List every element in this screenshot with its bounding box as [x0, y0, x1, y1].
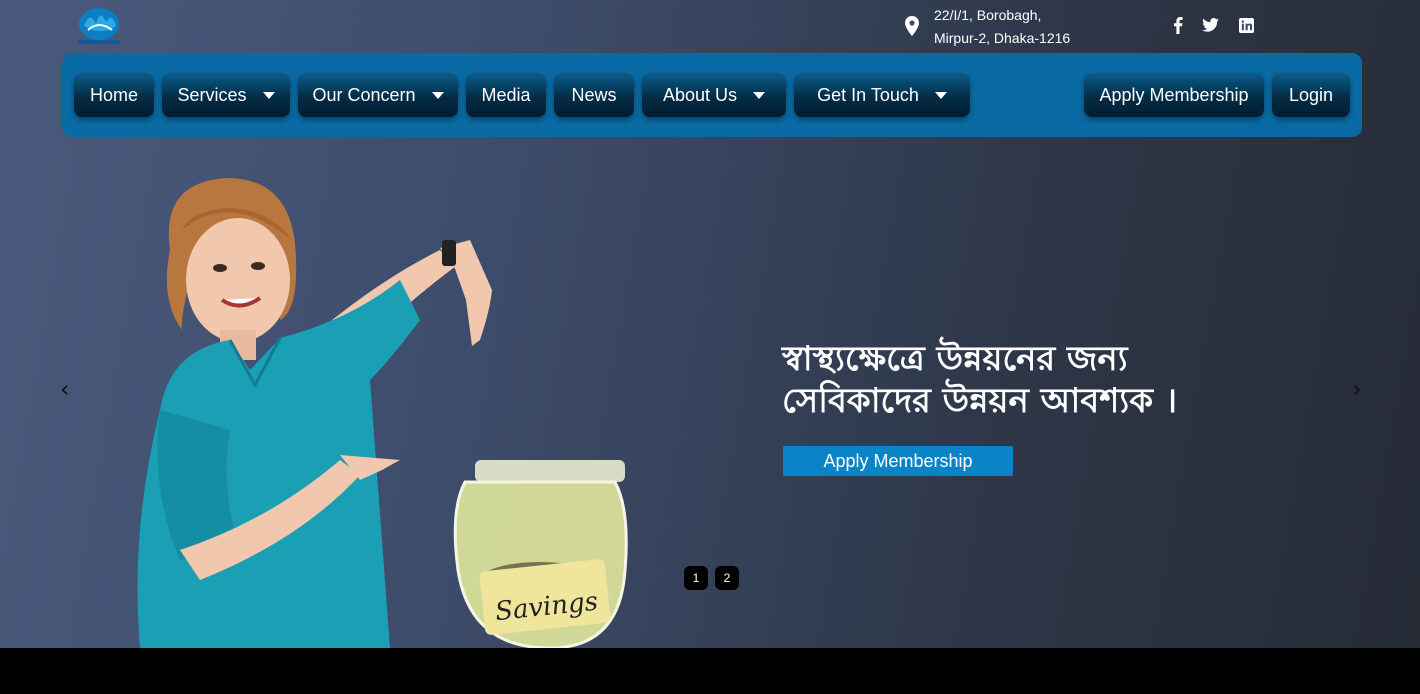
hero-headline-line-2: সেবিকাদের উন্নয়ন আবশ্যক । — [782, 381, 1178, 421]
hero-headline-line-1: স্বাস্থ্যক্ষেত্রে উন্নয়নের জন্য — [782, 339, 1128, 379]
caret-down-icon — [934, 91, 947, 99]
location-pin-icon — [905, 16, 919, 36]
hero-illustration: Savings — [137, 178, 628, 648]
hero-apply-membership-button[interactable]: Apply Membership — [783, 446, 1013, 476]
twitter-icon[interactable] — [1201, 16, 1219, 34]
nav-our-concern-label: Our Concern — [312, 84, 416, 105]
foundation-logo-icon[interactable] — [72, 6, 126, 48]
address-line-2: Mirpur-2, Dhaka-1216 — [934, 30, 1071, 46]
caret-down-icon — [431, 91, 444, 99]
hero-slider: 22/I/1, Borobagh, Mirpur-2, Dhaka-1216 H… — [0, 0, 1420, 648]
nav-get-in-touch-label: Get In Touch — [817, 84, 919, 105]
apply-membership-nav-button[interactable]: Apply Membership — [1084, 73, 1264, 117]
caret-down-icon — [262, 91, 275, 99]
nav-services-label: Services — [177, 84, 247, 105]
slider-dot-2[interactable]: 2 — [715, 566, 739, 590]
address: 22/I/1, Borobagh, Mirpur-2, Dhaka-1216 — [934, 4, 1070, 50]
chevron-right-icon: › — [1352, 375, 1362, 403]
nav-get-in-touch[interactable]: Get In Touch — [794, 73, 970, 117]
caret-down-icon — [753, 91, 766, 99]
nav-about-us-label: About Us — [662, 84, 738, 105]
hero-cta-label: Apply Membership — [823, 450, 973, 471]
nav-media[interactable]: Media — [466, 73, 546, 117]
slider-dot-1-label: 1 — [692, 571, 700, 585]
nav-home-label: Home — [89, 84, 138, 105]
slider-dot-2-label: 2 — [723, 571, 731, 585]
login-label: Login — [1288, 84, 1334, 105]
address-line-1: 22/I/1, Borobagh, — [934, 7, 1042, 23]
nav-about-us[interactable]: About Us — [642, 73, 786, 117]
nav-news-label: News — [571, 84, 617, 105]
slider-next-arrow[interactable]: › — [1352, 375, 1362, 403]
slider-dot-1[interactable]: 1 — [684, 566, 708, 590]
apply-membership-nav-label: Apply Membership — [1099, 84, 1249, 105]
linkedin-icon[interactable] — [1237, 16, 1255, 34]
main-nav: Home Services Our Concern Media News Abo… — [62, 53, 1362, 137]
nav-our-concern[interactable]: Our Concern — [298, 73, 458, 117]
hero-headline: স্বাস্থ্যক্ষেত্রে উন্নয়নের জন্য সেবিকাদ… — [782, 338, 1342, 422]
bottom-bar — [0, 648, 1420, 694]
chevron-left-icon: ‹ — [60, 375, 70, 403]
nav-media-label: Media — [481, 84, 531, 105]
nav-news[interactable]: News — [554, 73, 634, 117]
facebook-icon[interactable] — [1169, 16, 1187, 34]
nav-home[interactable]: Home — [74, 73, 154, 117]
login-button[interactable]: Login — [1272, 73, 1350, 117]
slider-prev-arrow[interactable]: ‹ — [60, 375, 70, 403]
nav-services[interactable]: Services — [162, 73, 290, 117]
